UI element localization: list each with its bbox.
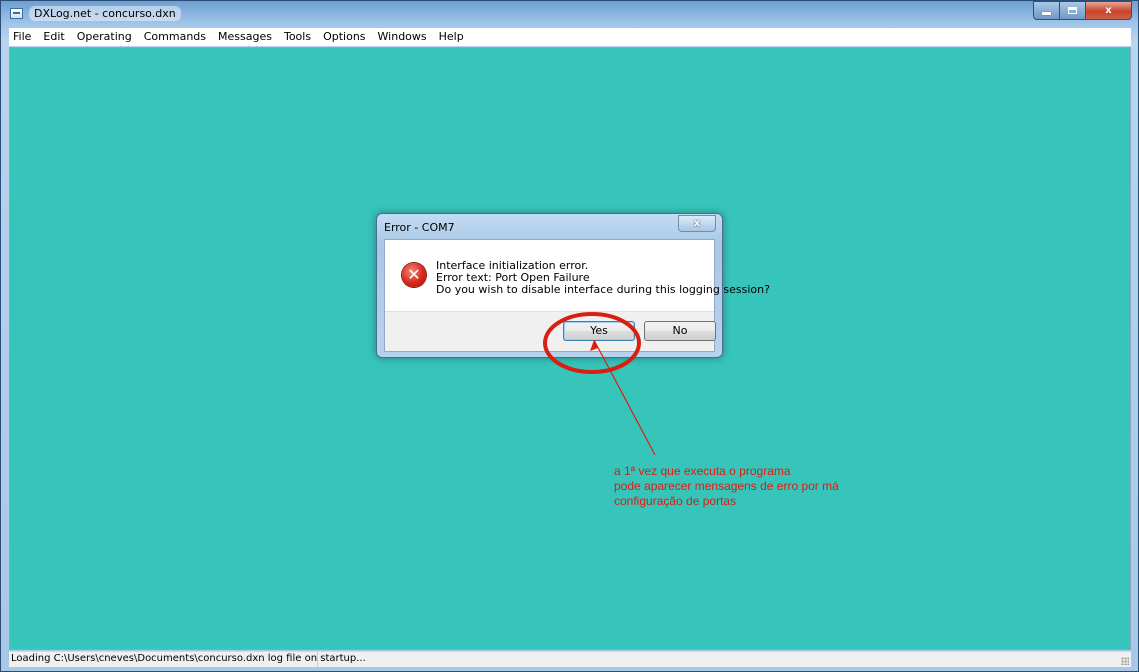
- annotation-overlay: [543, 312, 656, 456]
- annotation-line: configuração de portas: [614, 494, 737, 508]
- annotation-line: pode aparecer mensagens de erro por má: [614, 479, 839, 493]
- annotation-text: a 1ª vez que executa o programa pode apa…: [614, 464, 839, 509]
- annotation-line: a 1ª vez que executa o programa: [614, 464, 791, 478]
- highlight-circle: [543, 312, 641, 374]
- annotation-arrow: [593, 339, 656, 456]
